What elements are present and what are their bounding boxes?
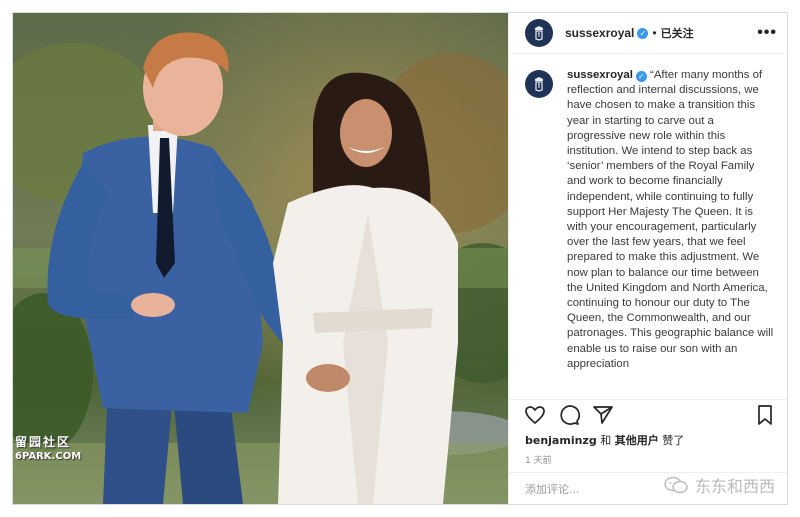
header-separator: •: [652, 26, 657, 40]
post-photo[interactable]: 留园社区 6PARK.COM: [13, 13, 508, 504]
likes-suffix: 赞了: [658, 434, 685, 447]
header-username[interactable]: sussexroyal: [565, 26, 634, 40]
caption-text: sussexroyal ✓ “After many months of refle…: [567, 68, 775, 399]
crest-icon: [535, 77, 543, 92]
instagram-post-frame: 留园社区 6PARK.COM sussexroyal ✓ • 已关注 ••• s…: [12, 12, 788, 505]
likes-summary: benjaminzg 和 其他用户 赞了: [509, 430, 787, 448]
caption-body: “After many months of reflection and int…: [567, 69, 774, 370]
share-icon[interactable]: [591, 403, 615, 427]
watermark-line2: 6PARK.COM: [15, 451, 82, 462]
other-likers-link[interactable]: 其他用户: [615, 434, 659, 447]
caption-verified-badge-icon: ✓: [635, 71, 647, 82]
photo-illustration: [13, 13, 508, 504]
caption-username[interactable]: sussexroyal: [567, 69, 633, 81]
post-header: sussexroyal ✓ • 已关注 •••: [509, 13, 787, 54]
verified-badge-icon: ✓: [637, 27, 649, 39]
follow-status-button[interactable]: 已关注: [661, 25, 694, 41]
wechat-icon: [664, 476, 688, 494]
brand-watermark: 东东和西西: [663, 473, 775, 497]
account-avatar[interactable]: [525, 19, 553, 47]
site-watermark: 留园社区 6PARK.COM: [15, 433, 81, 462]
liker-username[interactable]: benjaminzg: [525, 434, 597, 447]
caption-avatar[interactable]: [525, 70, 553, 98]
caption-section: sussexroyal ✓ “After many months of refle…: [509, 54, 787, 400]
brand-watermark-text: 东东和西西: [694, 477, 775, 496]
bookmark-icon[interactable]: [753, 403, 777, 427]
post-side-panel: sussexroyal ✓ • 已关注 ••• sussexroyal ✓ “Af…: [508, 13, 787, 504]
more-options-icon[interactable]: •••: [757, 24, 777, 42]
comment-icon[interactable]: [557, 403, 581, 427]
watermark-line1: 留园社区: [15, 435, 72, 449]
likes-connector: 和: [596, 434, 615, 447]
action-bar: [509, 400, 787, 430]
comment-bar: 添加评论... 东东和西西: [509, 472, 787, 504]
post-timestamp: 1 天前: [525, 456, 552, 466]
heart-icon[interactable]: [523, 403, 547, 427]
comment-input[interactable]: 添加评论...: [525, 481, 580, 497]
crest-icon: [535, 26, 543, 41]
